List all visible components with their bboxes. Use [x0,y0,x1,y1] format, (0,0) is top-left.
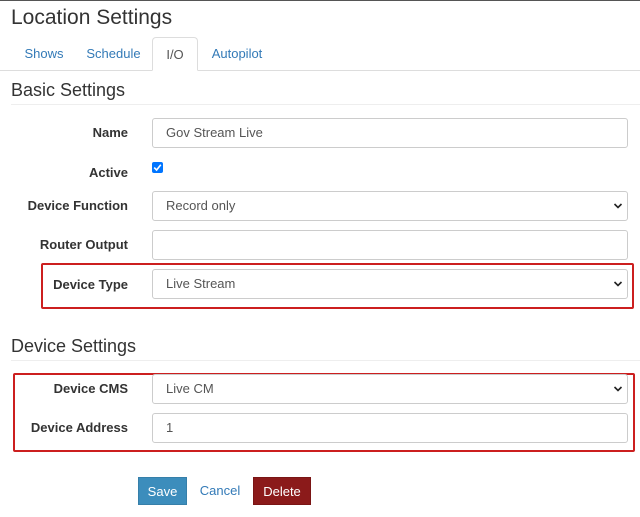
device-function-value: Record only [166,198,236,213]
top-border [0,0,640,1]
device-function-label: Device Function [27,198,128,213]
delete-button[interactable]: Delete [253,477,311,505]
name-label: Name [92,125,128,140]
tab-shows[interactable]: Shows [11,37,77,71]
tab-io[interactable]: I/O [152,37,198,71]
device-cms-select[interactable]: Live CM [152,374,628,404]
device-type-label: Device Type [53,277,128,292]
tab-bar: Shows Schedule I/O Autopilot [0,37,640,71]
basic-settings-title: Basic Settings [11,80,126,100]
device-function-select[interactable]: Record only [152,191,628,221]
device-type-select[interactable]: Live Stream [152,269,628,299]
device-settings-title: Device Settings [11,336,137,356]
active-label: Active [88,165,128,180]
save-button[interactable]: Save [138,477,187,505]
tab-schedule[interactable]: Schedule [77,37,150,71]
device-address-label: Device Address [30,420,128,435]
router-output-label: Router Output [39,237,128,252]
device-cms-value: Live CM [166,381,214,396]
cancel-link[interactable]: Cancel [194,477,246,505]
name-input[interactable]: Gov Stream Live [152,118,628,148]
basic-settings-divider [11,104,640,105]
checkmark-icon [153,164,162,172]
chevron-down-icon [613,281,623,287]
active-checkbox[interactable] [152,162,163,173]
router-output-input[interactable] [152,230,628,260]
chevron-down-icon [613,386,623,392]
device-address-input[interactable]: 1 [152,413,628,443]
device-type-value: Live Stream [166,276,236,291]
chevron-down-icon [613,203,623,209]
device-cms-label: Device CMS [53,381,128,396]
page-title: Location Settings [11,6,173,29]
device-settings-divider [11,360,640,361]
tab-autopilot[interactable]: Autopilot [200,37,274,71]
